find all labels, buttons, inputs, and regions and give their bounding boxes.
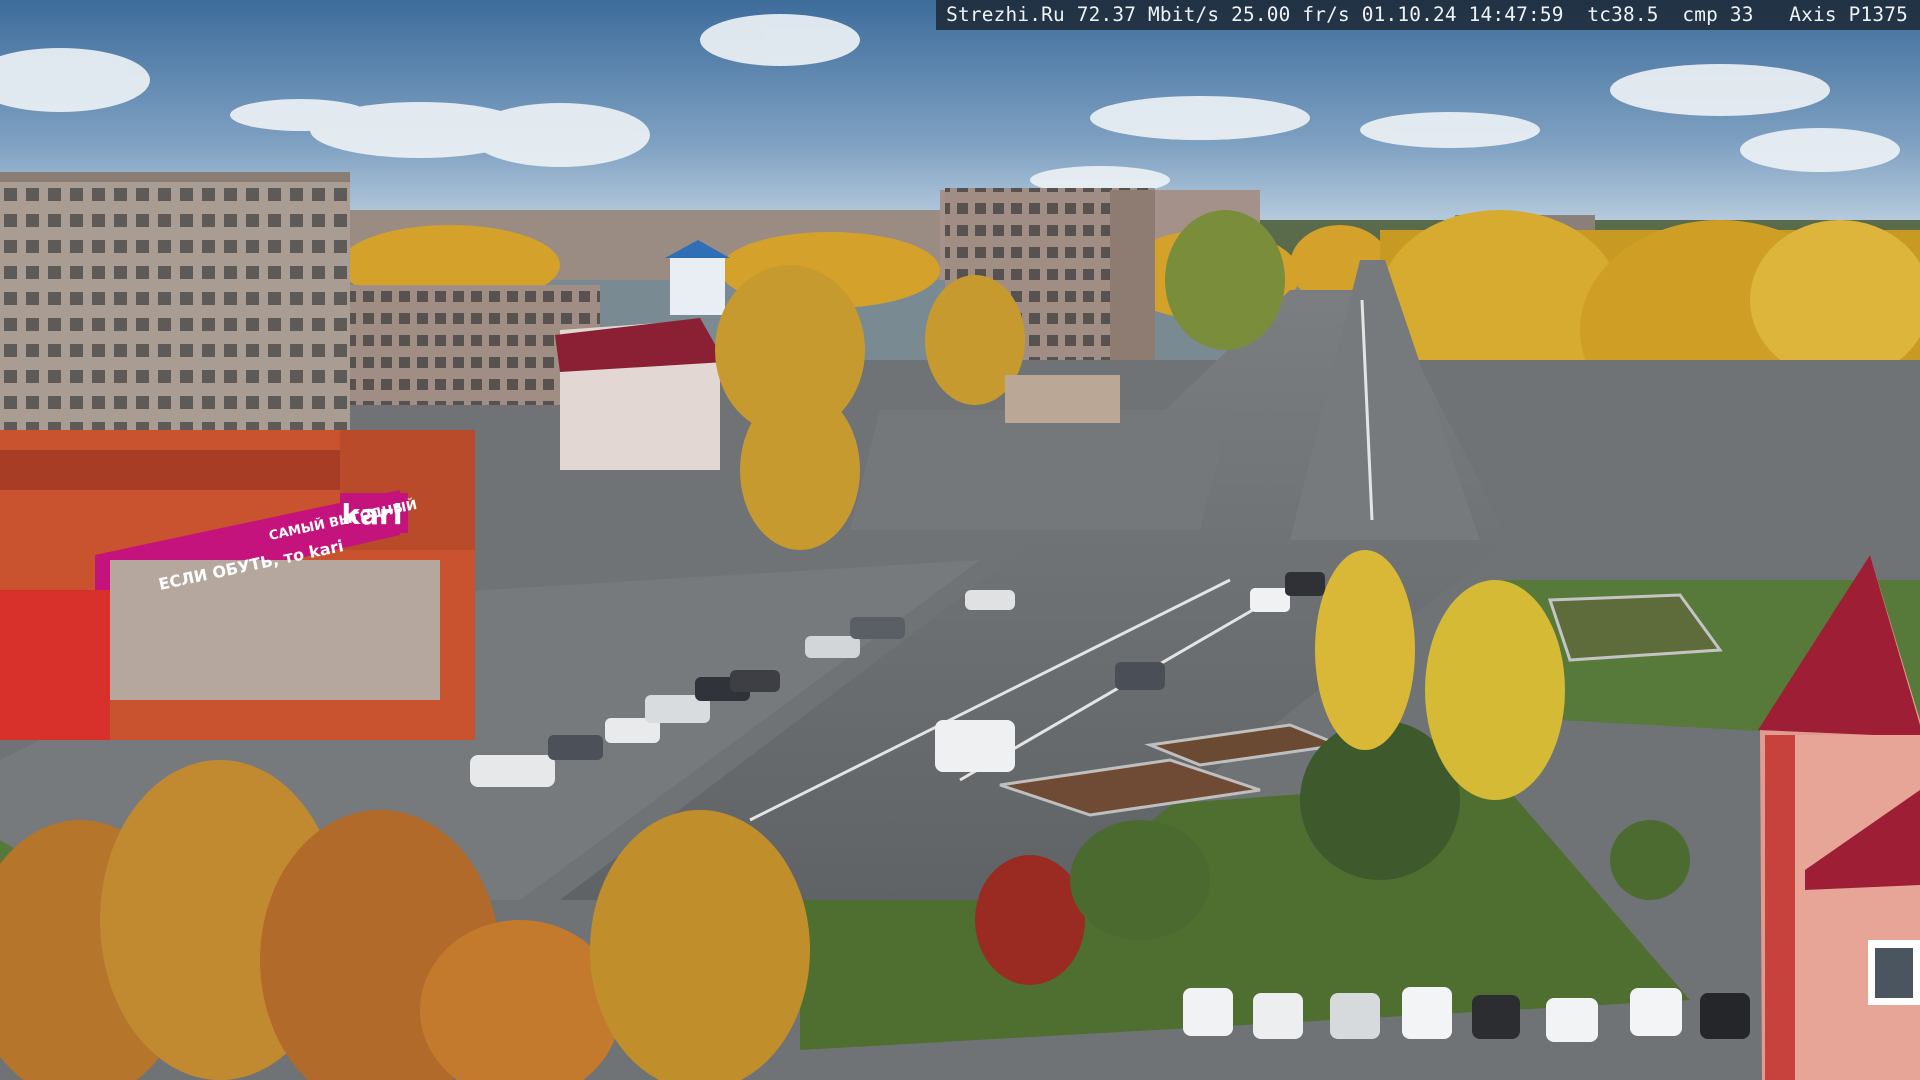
street-scene: kari САМЫЙ ВЫГОДНЫЙ ЕСЛИ ОБУТЬ, то kari [0,0,1920,1080]
plaza [850,410,1230,530]
osd-framerate: 25.00 fr/s [1231,3,1350,26]
osd-temperature: tc38.5 [1587,3,1659,26]
plaza-pavilion [1005,375,1120,423]
osd-datetime: 01.10.24 14:47:59 [1361,3,1564,26]
osd-bitrate: 72.37 Mbit/s [1076,3,1220,26]
osd-camera-model: Axis P1375 [1789,3,1908,26]
osd-site: Strezhi.Ru [946,3,1065,26]
camera-frame: kari САМЫЙ ВЫГОДНЫЙ ЕСЛИ ОБУТЬ, то kari [0,0,1920,1080]
camera-osd-bar: Strezhi.Ru 72.37 Mbit/s 25.00 fr/s 01.10… [936,0,1920,30]
kari-store [0,430,475,740]
osd-compression: cmp 33 [1682,3,1754,26]
